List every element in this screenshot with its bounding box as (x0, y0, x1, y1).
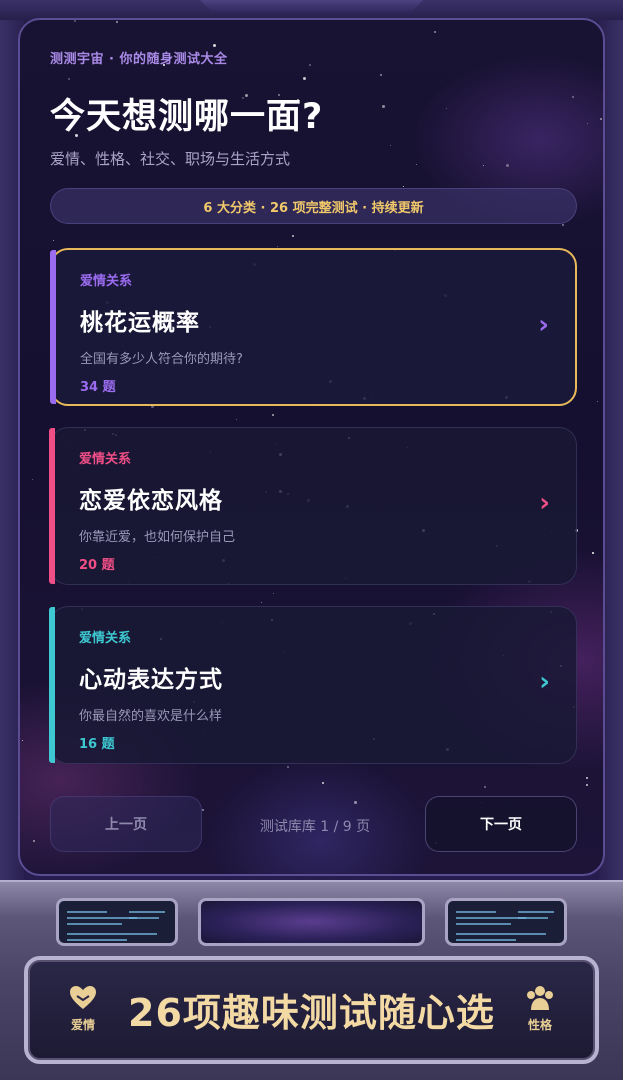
card-category: 爱情关系 (80, 274, 133, 289)
bottom-control-panel: 爱情 26项趣味测试随心选 性格 (0, 880, 623, 1080)
star (276, 245, 278, 247)
star (272, 593, 274, 595)
people-icon (527, 986, 553, 1010)
status-display-right (445, 898, 567, 946)
display-scanline (129, 911, 165, 913)
card-description: 你最自然的喜欢是什么样 (79, 709, 223, 724)
device-frame: 测测宇宙 · 你的随身测试大全 今天想测哪一面? 爱情、性格、社交、职场与生活方… (0, 0, 623, 1080)
card-category: 爱情关系 (79, 631, 132, 646)
card-question-count: 20 题 (79, 558, 115, 573)
display-scanline (67, 911, 107, 913)
page-title: 今天想测哪一面? (50, 97, 324, 137)
star (586, 783, 589, 786)
card-accent-bar (49, 428, 55, 584)
star (585, 777, 588, 780)
star (592, 552, 595, 555)
promo-banner[interactable]: 爱情 26项趣味测试随心选 性格 (24, 956, 599, 1064)
star (587, 123, 589, 125)
star (68, 78, 71, 81)
prev-page-button[interactable]: 上一页 (50, 796, 202, 852)
display-scanline (67, 939, 127, 941)
star (390, 145, 392, 147)
display-scanline (67, 933, 157, 935)
category-badge-personality[interactable]: 性格 (515, 984, 565, 1033)
star (235, 419, 237, 421)
starfield-screen: 测测宇宙 · 你的随身测试大全 今天想测哪一面? 爱情、性格、社交、职场与生活方… (18, 18, 605, 876)
card-description: 你靠近爱，也如何保护自己 (79, 530, 236, 545)
star (202, 808, 205, 811)
star (403, 185, 405, 187)
page-subtitle: 爱情、性格、社交、职场与生活方式 (50, 150, 291, 168)
status-display-left (56, 898, 178, 946)
card-title: 桃花运概率 (80, 310, 200, 336)
star (32, 479, 34, 481)
display-scanline (67, 917, 137, 919)
star (561, 224, 564, 227)
card-question-count: 34 题 (80, 380, 116, 395)
star (484, 786, 487, 789)
card-question-count: 16 题 (79, 737, 115, 752)
star (291, 234, 294, 237)
badge-label: 性格 (527, 1018, 552, 1032)
star (21, 739, 23, 741)
star (116, 20, 119, 23)
star (505, 164, 509, 168)
banner-title: 26项趣味测试随心选 (128, 991, 495, 1035)
display-scanline (518, 917, 548, 919)
stats-pill: 6 大分类 · 26 项完整测试 · 持续更新 (50, 188, 577, 224)
display-scanline (456, 923, 511, 925)
card-accent-bar (50, 250, 56, 404)
test-card-crush-expression[interactable]: 爱情关系 心动表达方式 你最自然的喜欢是什么样 16 题 › (49, 606, 577, 764)
nebula-display (198, 898, 425, 946)
star (382, 105, 386, 109)
card-accent-bar (49, 607, 55, 763)
display-scanline (456, 917, 526, 919)
chevron-right-icon[interactable]: › (539, 667, 550, 697)
star (482, 165, 484, 167)
display-scanline (456, 933, 546, 935)
card-category: 爱情关系 (79, 452, 132, 467)
card-title: 恋爱依恋风格 (79, 488, 223, 514)
chevron-right-icon[interactable]: › (538, 310, 549, 340)
card-description: 全国有多少人符合你的期待? (80, 352, 243, 367)
display-scanline (67, 923, 122, 925)
star (302, 76, 306, 80)
display-scanline (518, 911, 554, 913)
star (596, 401, 598, 403)
star (32, 840, 35, 843)
star (272, 413, 275, 416)
star (213, 43, 217, 47)
card-title: 心动表达方式 (79, 667, 223, 693)
star (286, 765, 289, 768)
star (53, 239, 55, 241)
star (380, 73, 383, 76)
next-page-button[interactable]: 下一页 (425, 796, 577, 852)
star (571, 96, 574, 99)
star (599, 118, 602, 121)
chevron-right-icon[interactable]: › (539, 488, 550, 518)
star (433, 31, 436, 34)
test-card-peach-blossom[interactable]: 爱情关系 桃花运概率 全国有多少人符合你的期待? 34 题 › (50, 248, 577, 406)
display-scanline (129, 917, 159, 919)
star (322, 781, 325, 784)
display-scanline (456, 939, 516, 941)
page-indicator: 测试库库 1 / 9 页 (259, 819, 371, 835)
app-kicker: 测测宇宙 · 你的随身测试大全 (50, 52, 228, 67)
star (308, 64, 311, 67)
star (445, 108, 447, 110)
test-card-attachment-style[interactable]: 爱情关系 恋爱依恋风格 你靠近爱，也如何保护自己 20 题 › (49, 427, 577, 585)
star (415, 164, 417, 166)
star (74, 20, 77, 23)
star (261, 602, 263, 604)
frame-top-notch (200, 0, 423, 14)
star (353, 801, 357, 805)
display-scanline (456, 911, 496, 913)
